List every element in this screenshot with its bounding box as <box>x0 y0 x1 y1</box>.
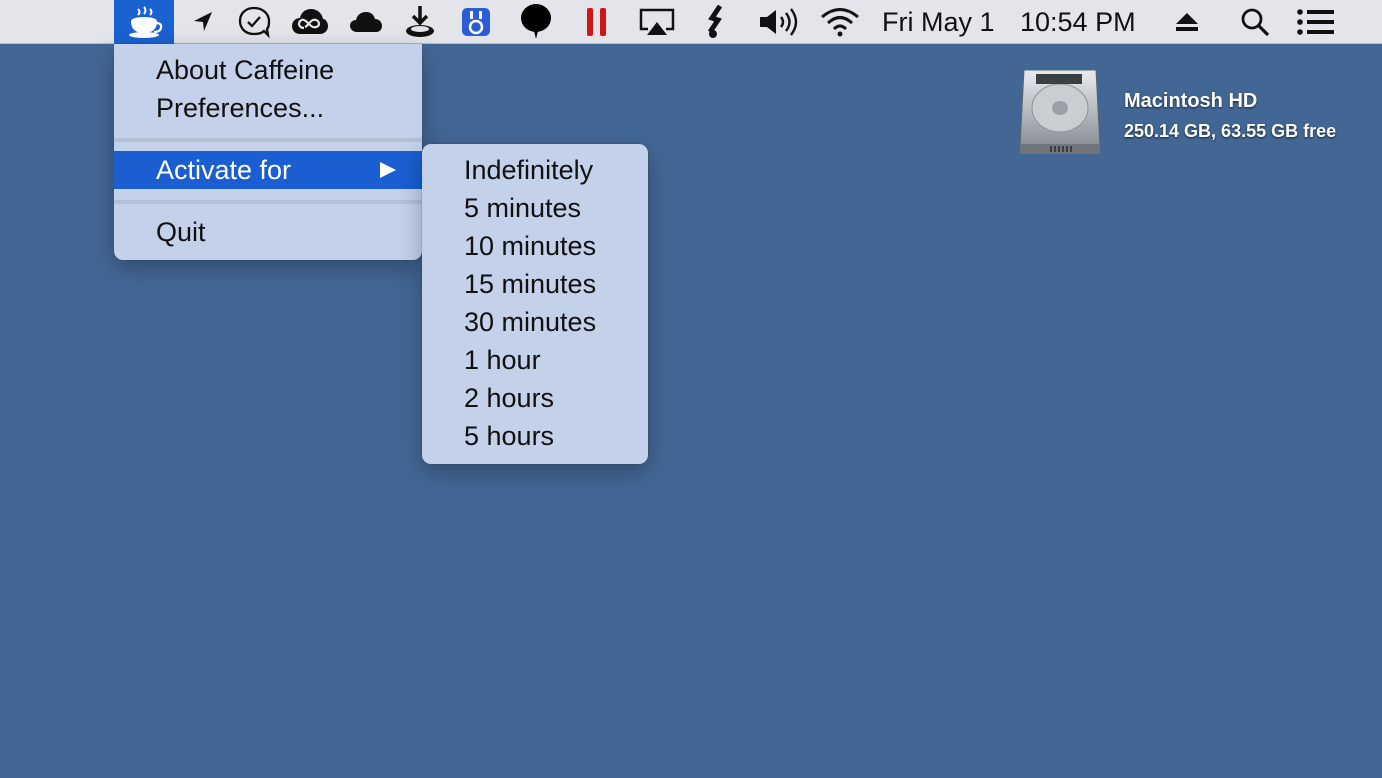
pause-icon <box>587 8 606 36</box>
submenu-arrow-icon <box>380 162 396 178</box>
download-status-item[interactable] <box>402 0 438 44</box>
submenu-item-15-minutes[interactable]: 15 minutes <box>422 265 648 303</box>
location-arrow-icon <box>194 12 212 31</box>
menu-item-activate-for[interactable]: Activate for <box>114 151 422 189</box>
wifi-icon <box>821 8 859 37</box>
app-badge-icon <box>462 8 490 36</box>
creative-cloud-status-item[interactable] <box>288 0 332 44</box>
wifi-status-item[interactable] <box>818 0 862 44</box>
chat-check-status-item[interactable] <box>234 0 274 44</box>
script-icon <box>707 4 723 38</box>
notification-center-item[interactable] <box>1296 0 1336 44</box>
menu-item-quit[interactable]: Quit <box>114 213 422 251</box>
spotlight-status-item[interactable] <box>1238 0 1272 44</box>
volume-icon <box>760 8 798 36</box>
airplay-status-item[interactable] <box>636 0 678 44</box>
spotlight-search-icon <box>1241 8 1270 37</box>
activate-for-submenu: Indefinitely 5 minutes 10 minutes 15 min… <box>422 144 648 464</box>
notification-list-icon <box>1297 9 1334 35</box>
submenu-item-1-hour[interactable]: 1 hour <box>422 341 648 379</box>
menu-item-about[interactable]: About Caffeine <box>114 51 422 89</box>
caffeine-status-item[interactable] <box>114 0 174 44</box>
caffeine-cup-icon <box>129 6 163 38</box>
creative-cloud-icon <box>292 9 328 34</box>
balloon-status-item[interactable] <box>518 0 554 44</box>
app-badge-status-item[interactable] <box>460 0 492 44</box>
submenu-item-indefinitely[interactable]: Indefinitely <box>422 151 648 189</box>
menu-bar: Fri May 1 10:54 PM <box>0 0 1382 44</box>
submenu-item-30-minutes[interactable]: 30 minutes <box>422 303 648 341</box>
download-disk-icon <box>406 6 434 37</box>
cloud-icon <box>350 12 382 32</box>
menu-separator <box>114 138 422 142</box>
balloon-icon <box>521 4 551 39</box>
submenu-item-10-minutes[interactable]: 10 minutes <box>422 227 648 265</box>
caffeine-menu: About Caffeine Preferences... Activate f… <box>114 44 422 260</box>
pause-status-item[interactable] <box>582 0 612 44</box>
chat-check-icon <box>238 6 271 39</box>
cloud-status-item[interactable] <box>348 0 384 44</box>
submenu-item-2-hours[interactable]: 2 hours <box>422 379 648 417</box>
eject-icon <box>1176 13 1198 31</box>
menu-separator <box>114 200 422 204</box>
submenu-item-5-minutes[interactable]: 5 minutes <box>422 189 648 227</box>
activate-for-label: Activate for <box>156 155 292 185</box>
hard-drive-icon <box>1019 69 1101 154</box>
menu-item-preferences[interactable]: Preferences... <box>114 89 422 127</box>
eject-status-item[interactable] <box>1172 0 1202 44</box>
submenu-item-5-hours[interactable]: 5 hours <box>422 417 648 455</box>
script-status-item[interactable] <box>700 0 734 44</box>
menubar-date[interactable]: Fri May 1 <box>882 0 995 44</box>
airplay-icon <box>639 8 675 35</box>
drive-info: 250.14 GB, 63.55 GB free <box>1124 121 1337 141</box>
macintosh-hd-drive[interactable] <box>1016 66 1104 161</box>
volume-status-item[interactable] <box>756 0 804 44</box>
menubar-time[interactable]: 10:54 PM <box>1020 0 1136 44</box>
drive-name[interactable]: Macintosh HD <box>1124 90 1257 113</box>
location-status-item[interactable] <box>186 0 220 44</box>
